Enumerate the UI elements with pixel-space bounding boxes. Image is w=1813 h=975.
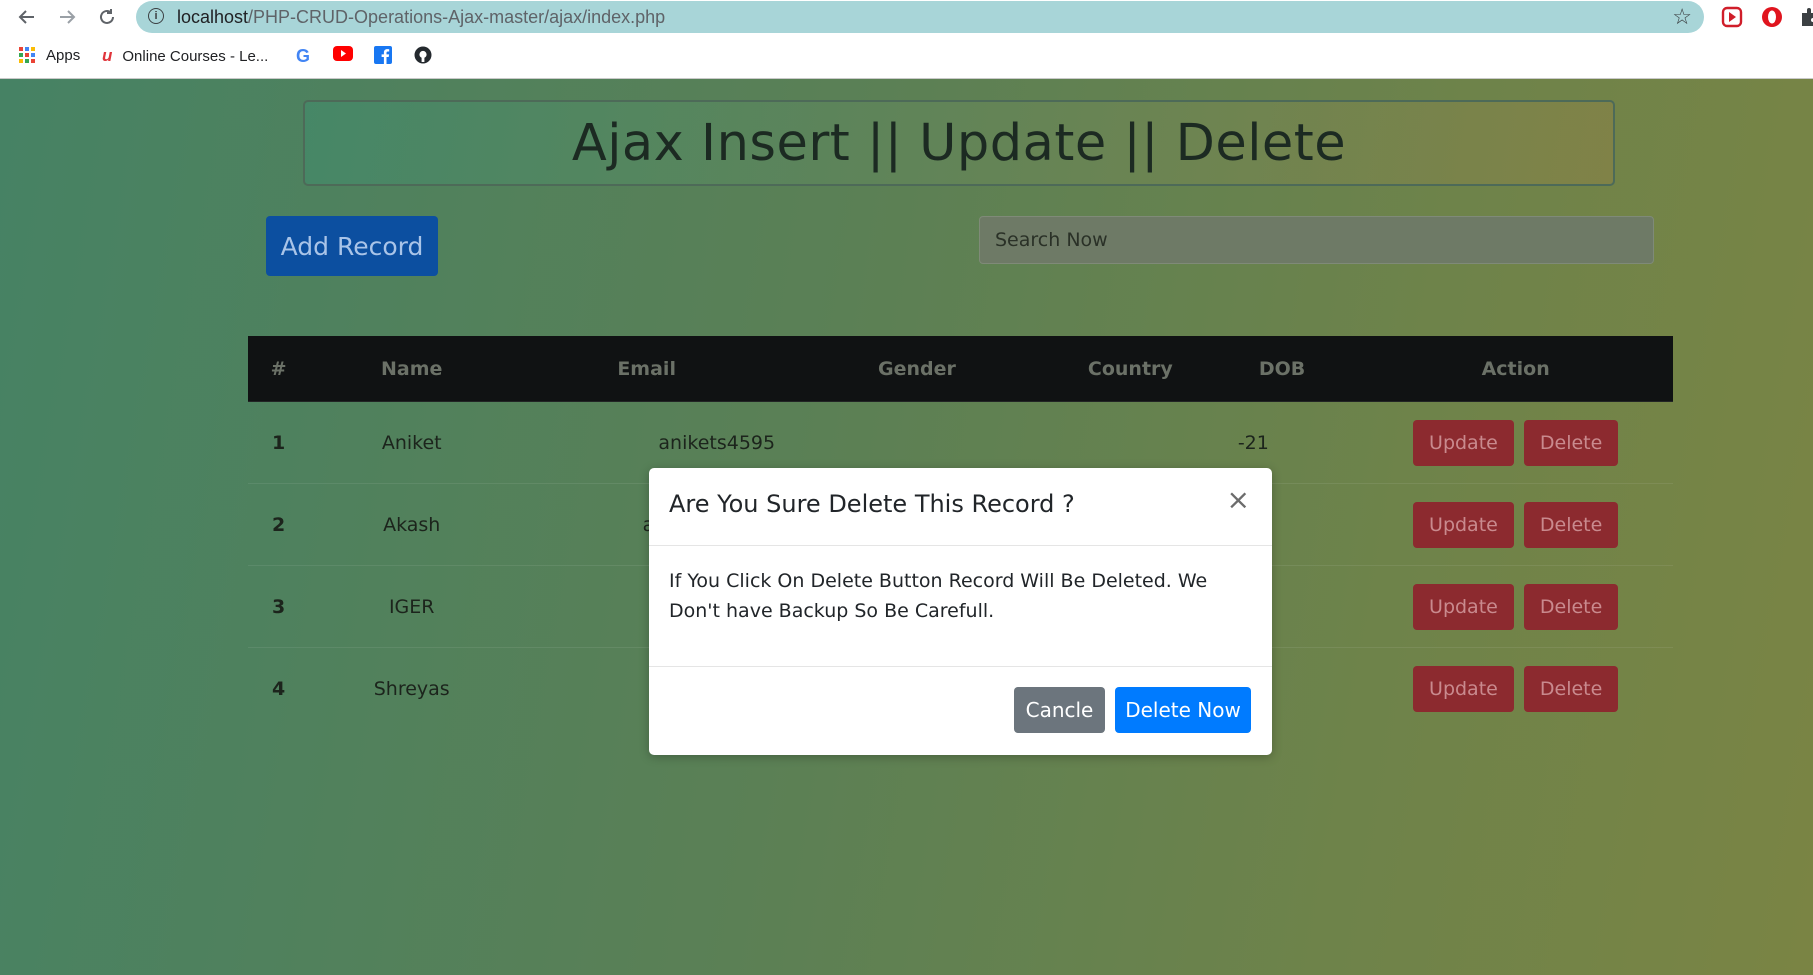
row-num: 4 [248, 647, 310, 729]
github-icon [414, 46, 432, 64]
header-name: Name [381, 357, 443, 380]
modal-footer: Cancle Delete Now [649, 666, 1272, 756]
page-title: Ajax Insert || Update || Delete [571, 113, 1347, 173]
row-num: 3 [248, 565, 310, 648]
extensions-puzzle-icon[interactable] [1798, 5, 1813, 29]
update-button[interactable]: Update [1413, 419, 1514, 466]
row-name: IGER [309, 565, 515, 648]
bookmark-facebook[interactable] [374, 46, 392, 64]
search-input[interactable] [979, 216, 1654, 264]
header-num: # [270, 357, 287, 380]
row-num: 2 [248, 483, 310, 566]
row-name: Shreyas [309, 647, 515, 729]
opera-shield-icon[interactable] [1760, 5, 1784, 29]
bookmark-apps[interactable]: Apps [18, 46, 80, 64]
update-button[interactable]: Update [1413, 501, 1514, 548]
header-action: Action [1481, 357, 1550, 380]
apps-grid-icon [19, 47, 35, 63]
delete-button[interactable]: Delete [1523, 501, 1619, 548]
row-num: 1 [248, 401, 310, 484]
delete-button[interactable]: Delete [1523, 419, 1619, 466]
row-actions: Update Delete [1358, 565, 1673, 648]
modal-header: Are You Sure Delete This Record ? × [649, 468, 1272, 546]
row-name: Akash [309, 483, 515, 566]
delete-button[interactable]: Delete [1523, 583, 1619, 630]
modal-body-text: If You Click On Delete Button Record Wil… [669, 570, 1208, 622]
close-icon[interactable]: × [1227, 486, 1250, 514]
bookmark-google[interactable]: G [296, 46, 310, 67]
bookmarks-bar: Apps u Online Courses - Le... G [0, 34, 1813, 79]
google-icon: G [296, 46, 311, 66]
extension-red-play-icon[interactable] [1720, 5, 1744, 29]
header-dob: DOB [1258, 357, 1306, 380]
update-button[interactable]: Update [1413, 583, 1514, 630]
site-info-icon[interactable]: i [148, 8, 164, 24]
bookmark-label: Apps [46, 46, 81, 64]
update-button[interactable]: Update [1413, 665, 1514, 712]
reload-icon[interactable] [94, 4, 120, 30]
youtube-icon [333, 46, 353, 61]
header-email: Email [617, 357, 676, 380]
facebook-icon [374, 46, 392, 64]
header-country: Country [1087, 357, 1173, 380]
address-bar[interactable]: i localhost/PHP-CRUD-Operations-Ajax-mas… [136, 1, 1704, 33]
back-arrow-icon[interactable] [14, 4, 40, 30]
udemy-icon: u [102, 46, 113, 65]
row-actions: Update Delete [1358, 483, 1673, 566]
bookmark-star-icon[interactable]: ☆ [1672, 4, 1692, 30]
row-actions: Update Delete [1358, 647, 1673, 729]
add-record-button[interactable]: Add Record [266, 216, 438, 276]
row-name: Aniket [309, 401, 515, 484]
bookmark-youtube[interactable] [333, 46, 353, 61]
cancel-button[interactable]: Cancle [1014, 687, 1105, 733]
forward-arrow-icon[interactable] [54, 4, 80, 30]
table-header-row: # Name Email Gender Country DOB Action [248, 336, 1673, 402]
browser-toolbar: i localhost/PHP-CRUD-Operations-Ajax-mas… [0, 0, 1813, 34]
header-gender: Gender [878, 357, 956, 380]
bookmark-online-courses[interactable]: u Online Courses - Le... [102, 46, 268, 66]
modal-title: Are You Sure Delete This Record ? [669, 490, 1075, 518]
delete-button[interactable]: Delete [1523, 665, 1619, 712]
bookmark-github[interactable] [414, 46, 432, 64]
row-actions: Update Delete [1358, 401, 1673, 484]
delete-now-button[interactable]: Delete Now [1115, 687, 1251, 733]
bookmark-label: Online Courses - Le... [122, 47, 269, 65]
page-title-box: Ajax Insert || Update || Delete [303, 100, 1615, 186]
page-background: Ajax Insert || Update || Delete Add Reco… [0, 79, 1813, 975]
url-text: localhost/PHP-CRUD-Operations-Ajax-maste… [177, 7, 666, 27]
delete-confirm-modal: Are You Sure Delete This Record ? × If Y… [649, 468, 1272, 755]
